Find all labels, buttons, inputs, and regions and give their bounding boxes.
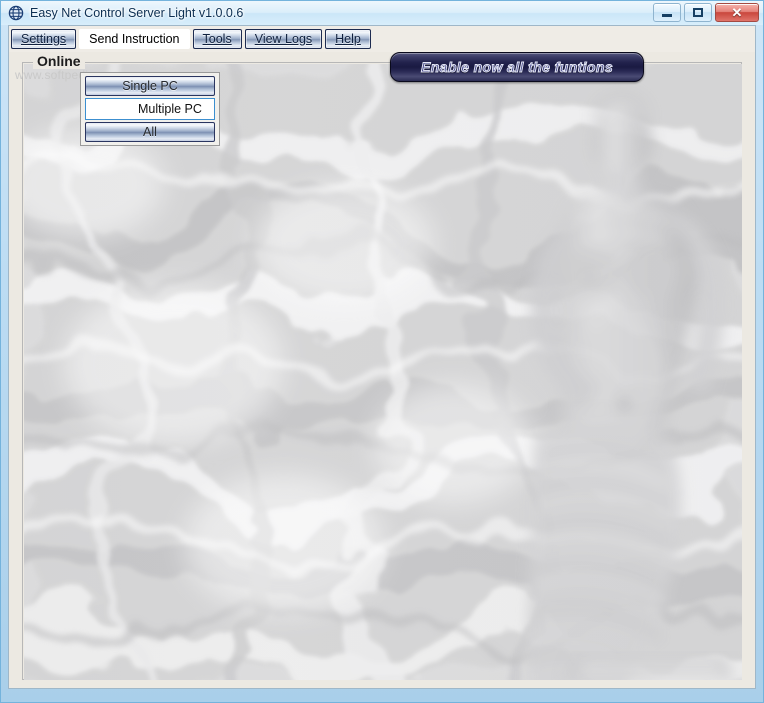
marble-texture	[24, 64, 742, 680]
online-groupbox: Online	[22, 53, 742, 680]
menu-item-send-instruction[interactable]: Send Instruction	[79, 29, 190, 49]
groupbox-legend: Online	[33, 53, 85, 69]
menu-item-help[interactable]: Help	[325, 29, 371, 49]
menu-item-tools[interactable]: Tools	[192, 29, 242, 49]
application-window: Easy Net Control Server Light v1.0.0.6 ✕	[0, 0, 764, 703]
menu-bar: Settings Send Instruction Tools View Log…	[9, 26, 755, 52]
window-controls: ✕	[653, 3, 759, 22]
globe-icon	[8, 5, 24, 21]
dropdown-item-multiple-pc[interactable]: Multiple PC	[85, 98, 215, 120]
close-button[interactable]: ✕	[715, 3, 759, 22]
client-area: Online www.softpedia.com Settings Send I…	[8, 25, 756, 689]
title-bar[interactable]: Easy Net Control Server Light v1.0.0.6 ✕	[1, 1, 763, 25]
minimize-icon	[662, 14, 672, 17]
promo-banner-text: Enable now all the funtions	[420, 59, 614, 76]
maximize-icon	[693, 8, 703, 17]
promo-banner[interactable]: Enable now all the funtions	[390, 52, 644, 82]
window-title: Easy Net Control Server Light v1.0.0.6	[30, 6, 244, 20]
minimize-button[interactable]	[653, 3, 681, 22]
close-icon: ✕	[731, 5, 743, 20]
menu-item-view-logs[interactable]: View Logs	[244, 29, 323, 49]
send-instruction-dropdown: Single PC Multiple PC All	[80, 72, 220, 146]
dropdown-item-all[interactable]: All	[85, 122, 215, 142]
dropdown-item-single-pc[interactable]: Single PC	[85, 76, 215, 96]
maximize-button[interactable]	[684, 3, 712, 22]
menu-item-settings[interactable]: Settings	[11, 29, 77, 49]
background-image	[24, 64, 742, 680]
